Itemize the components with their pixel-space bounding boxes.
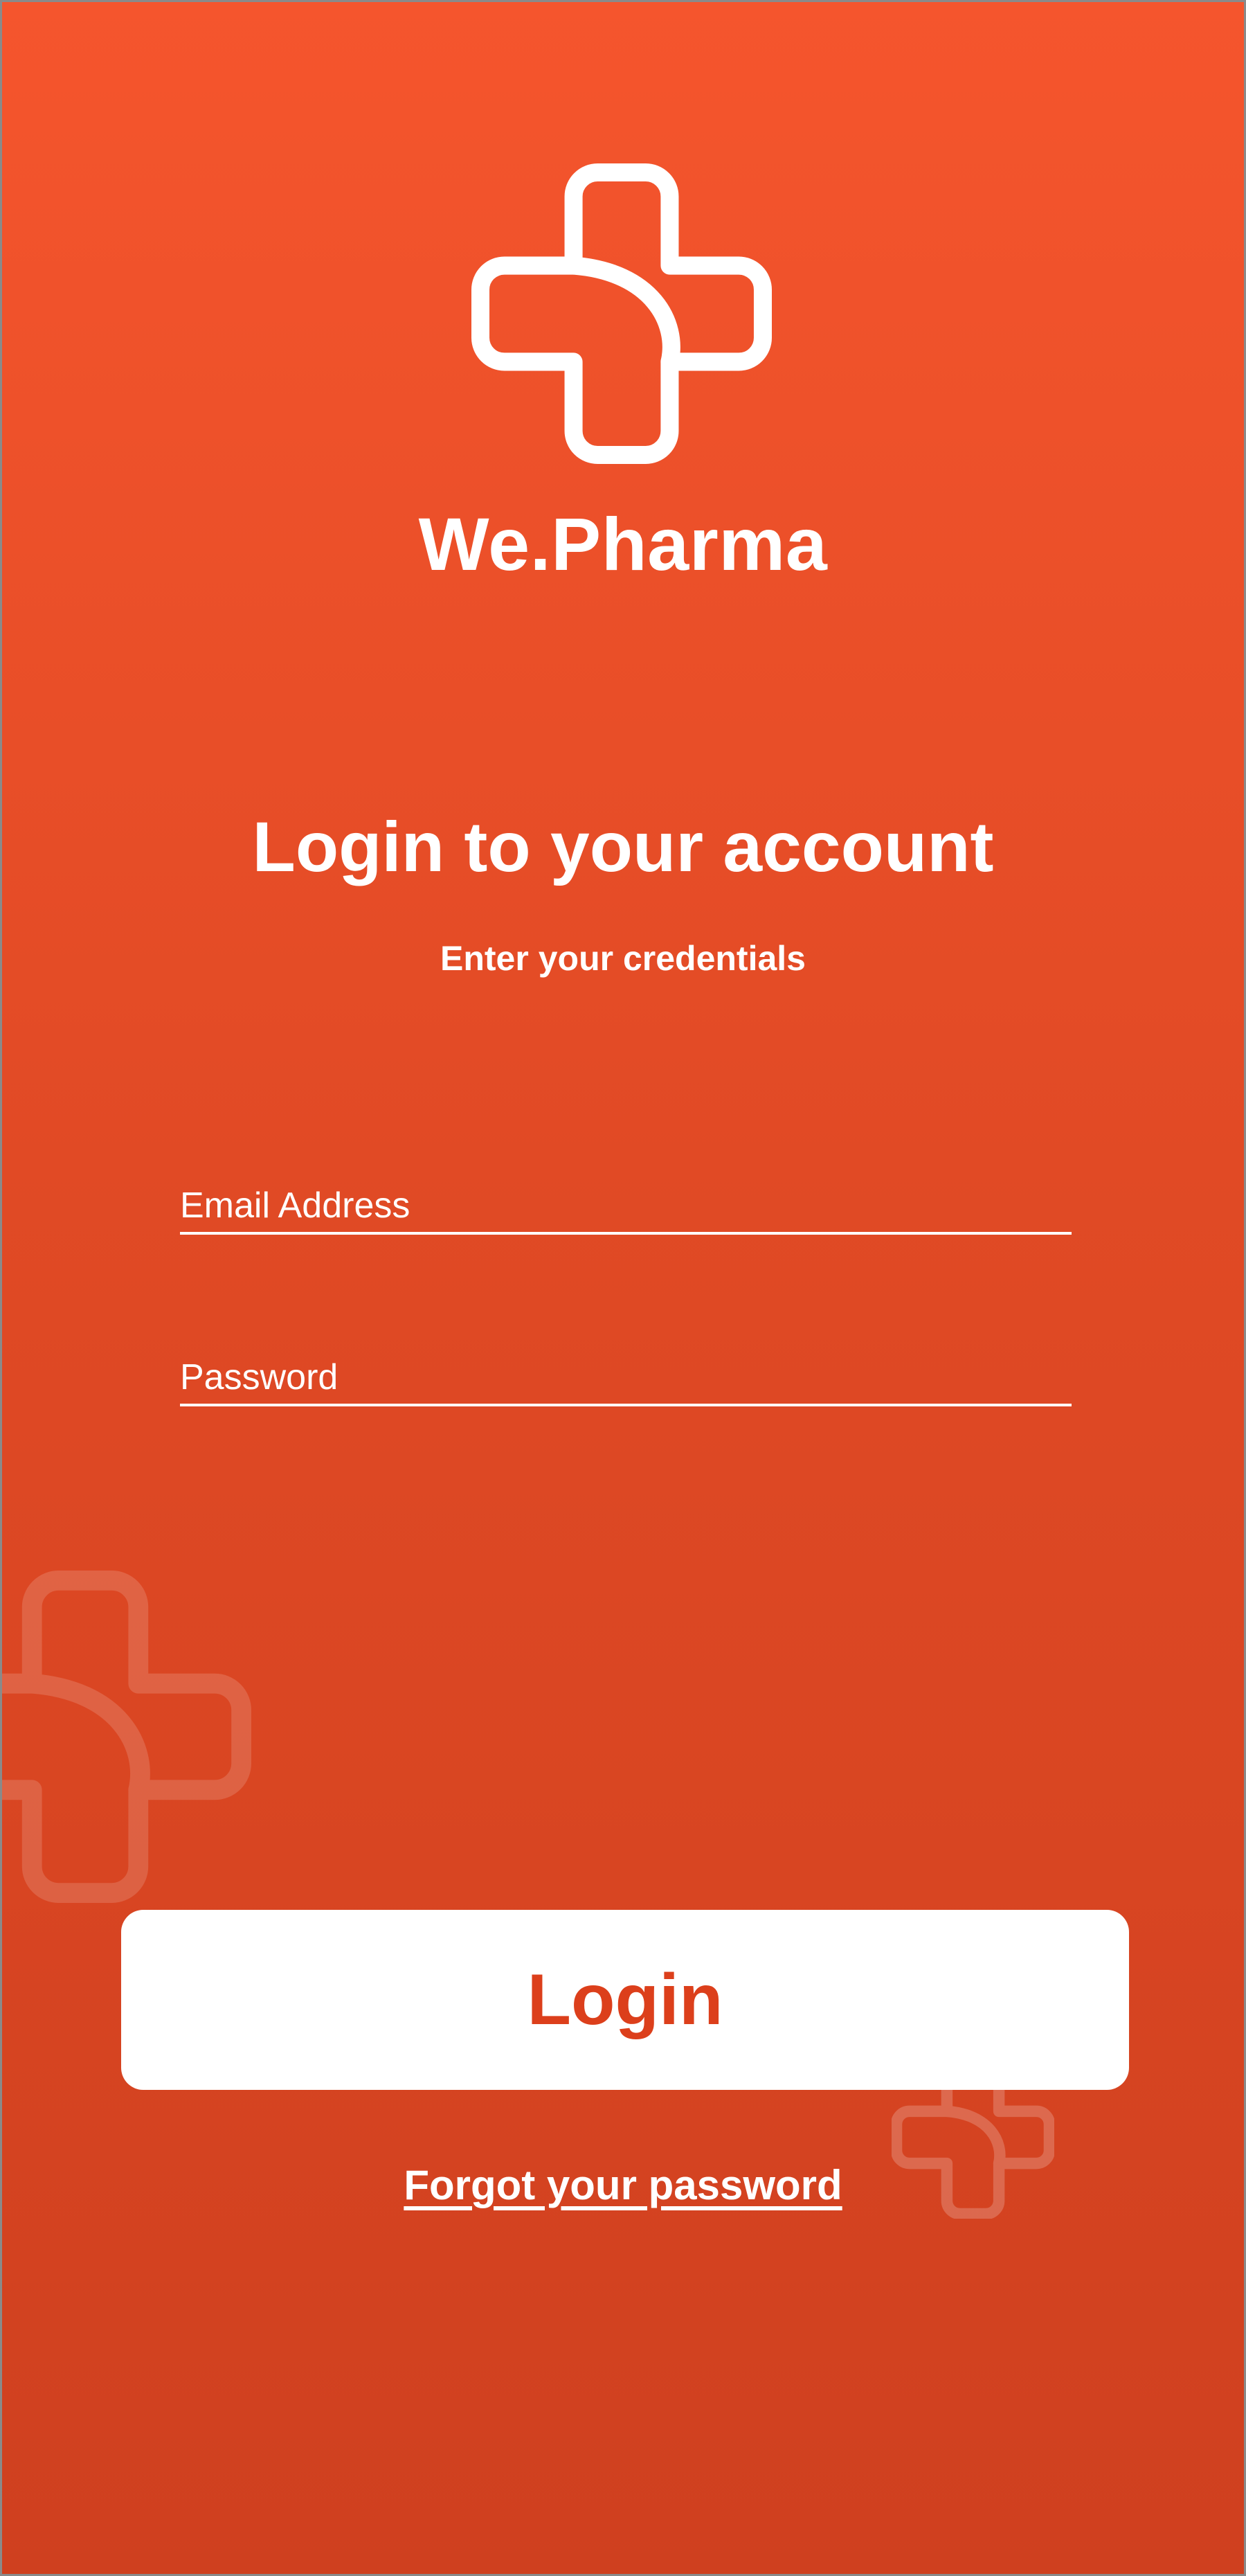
email-field[interactable] (180, 1179, 1072, 1232)
page-subtitle: Enter your credentials (440, 939, 806, 978)
password-field[interactable] (180, 1351, 1072, 1404)
password-field-container (180, 1351, 1072, 1406)
brand-name: We.Pharma (418, 502, 828, 586)
forgot-password-link[interactable]: Forgot your password (2, 2161, 1244, 2209)
decorative-cross-icon (2, 1571, 251, 1903)
login-screen: We.Pharma Login to your account Enter yo… (0, 0, 1246, 2576)
page-title: Login to your account (252, 807, 994, 886)
medical-cross-leaf-icon (471, 163, 772, 464)
email-field-container (180, 1179, 1072, 1235)
